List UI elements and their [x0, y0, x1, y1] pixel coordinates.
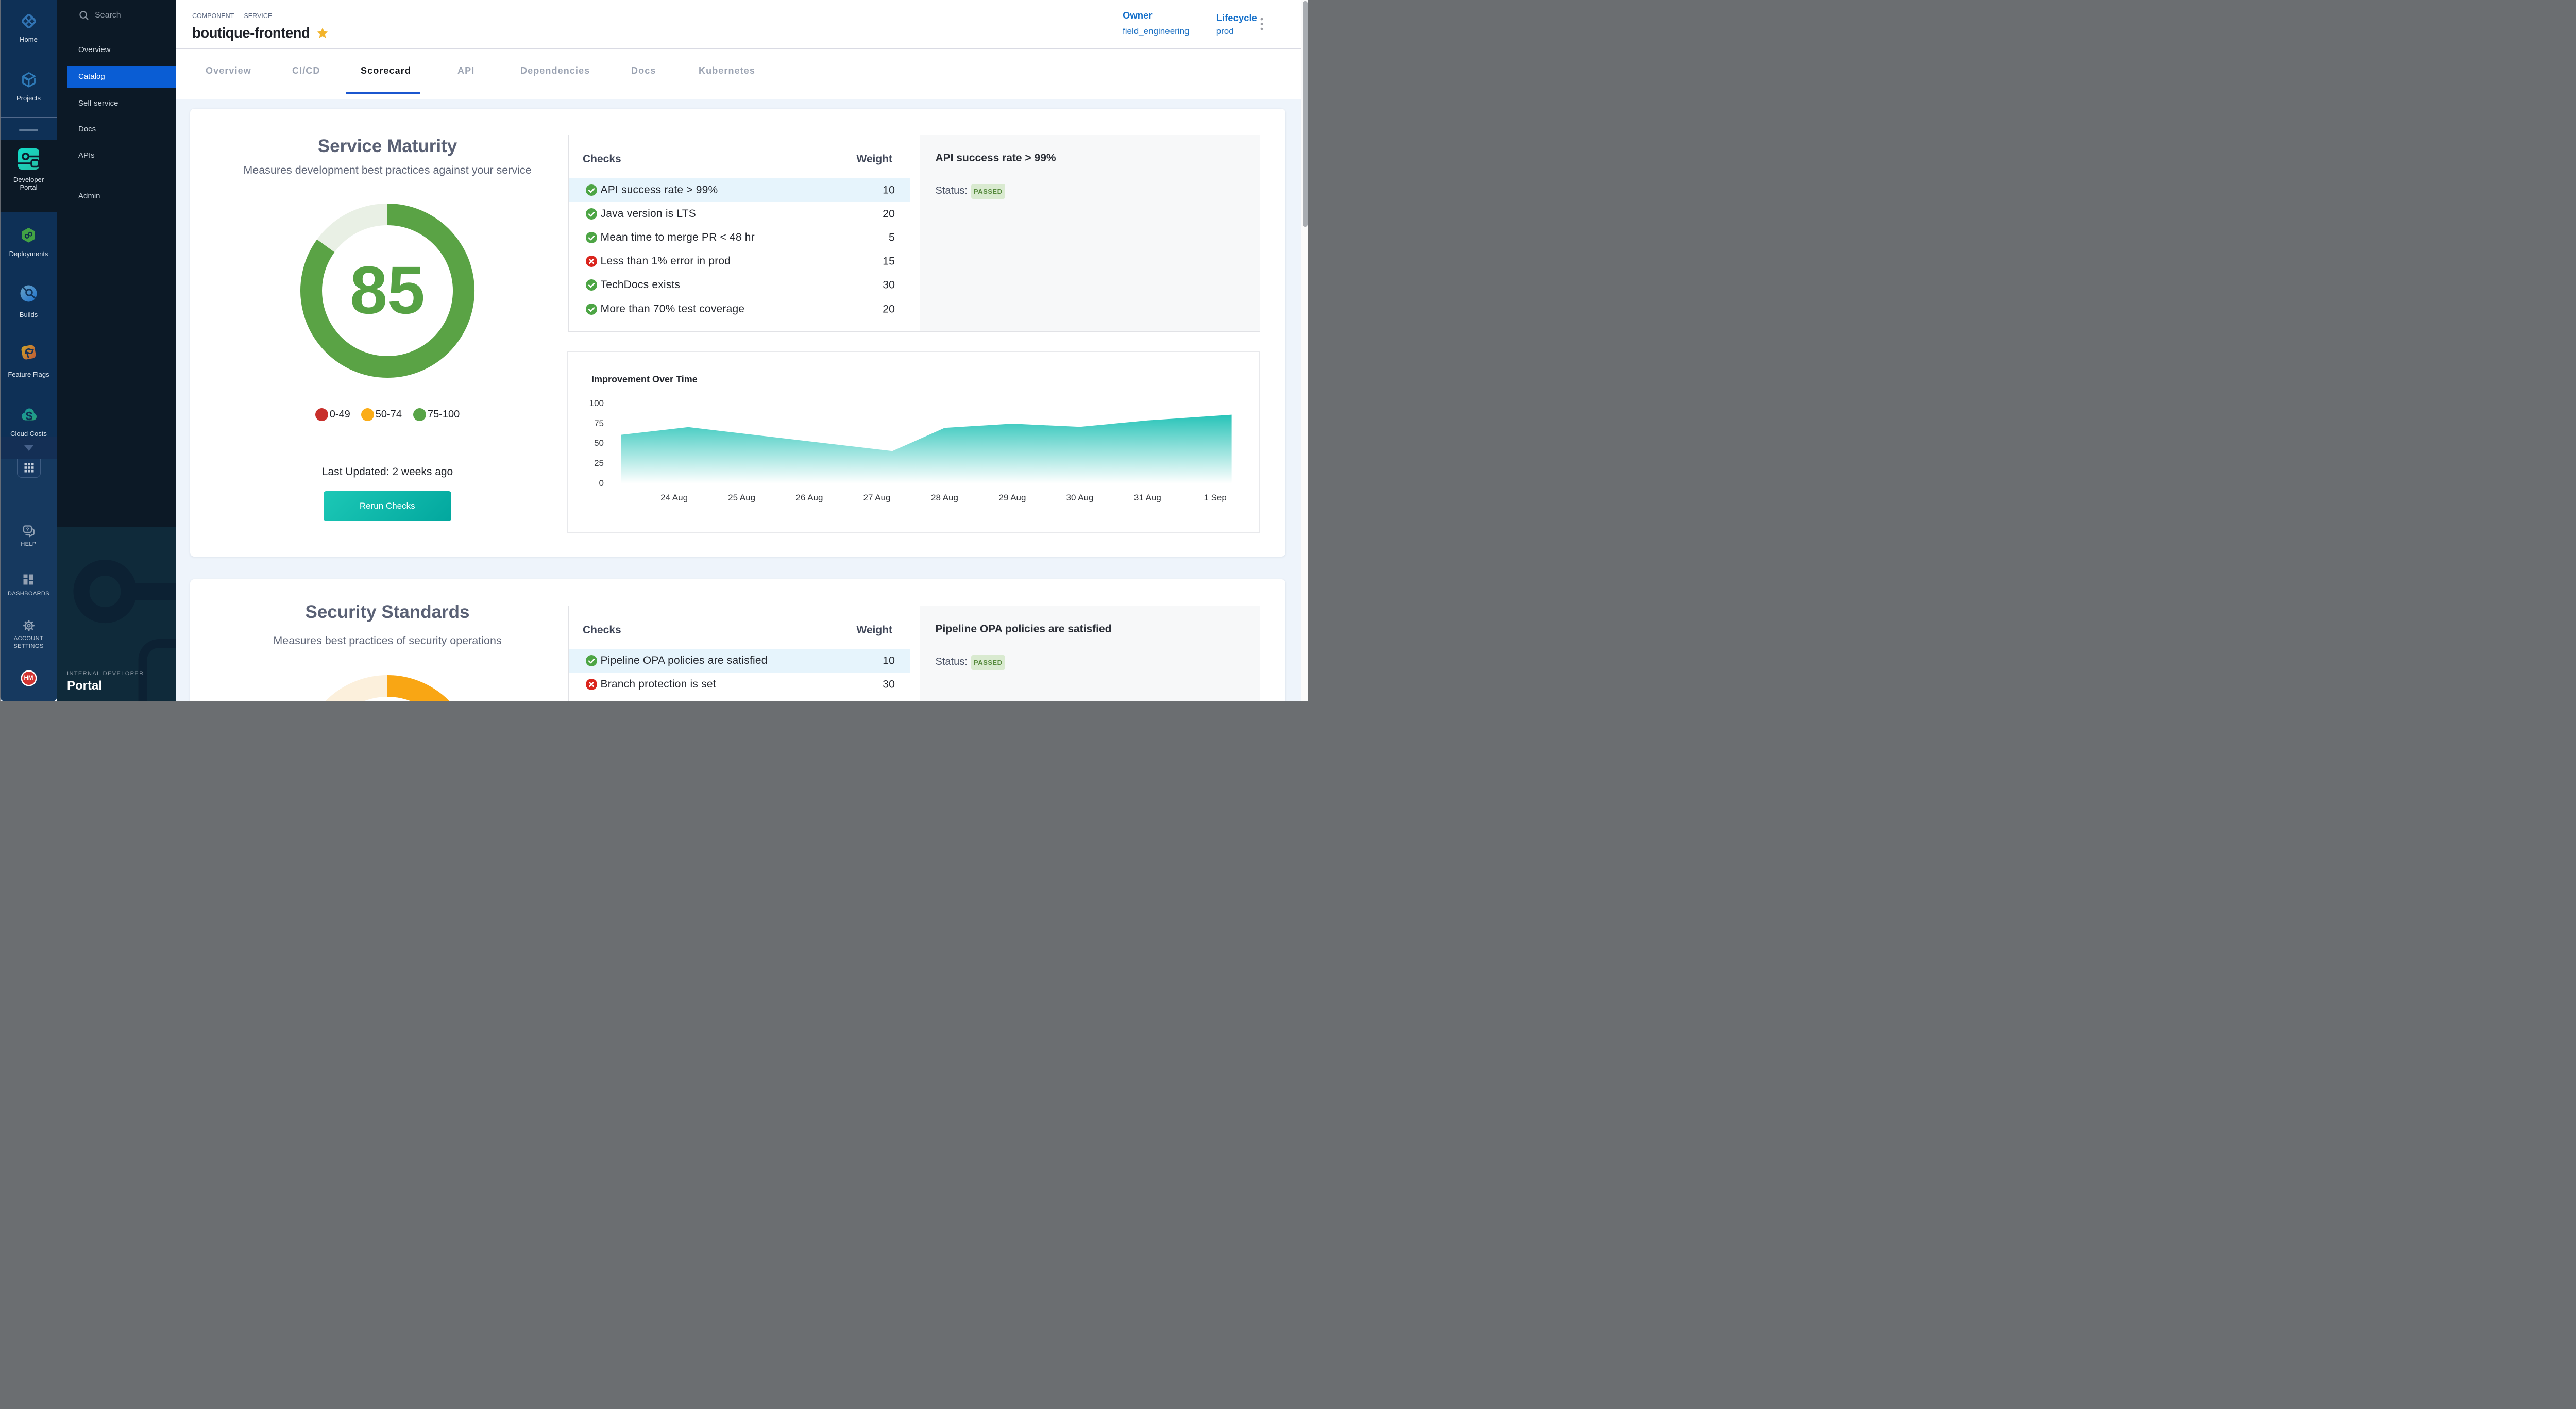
- svg-text:?: ?: [26, 527, 29, 533]
- svg-text:$: $: [25, 409, 32, 423]
- svg-text:∞: ∞: [21, 227, 36, 243]
